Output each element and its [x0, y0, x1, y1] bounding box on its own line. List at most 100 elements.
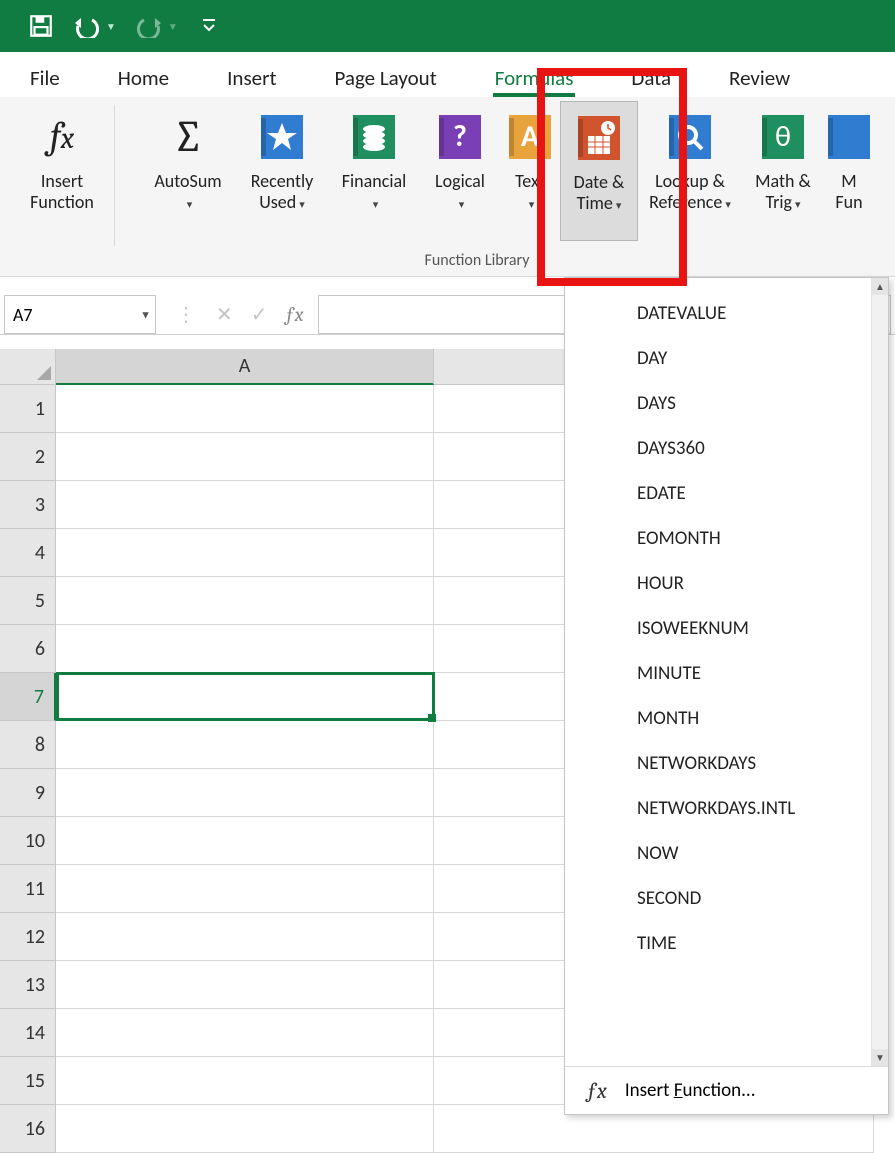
fx-icon: fx [38, 113, 86, 161]
dropdown-item[interactable]: MINUTE [565, 651, 870, 696]
dropdown-item[interactable]: DAYS360 [565, 426, 870, 471]
cell[interactable] [56, 433, 434, 481]
row-header[interactable]: 15 [0, 1057, 56, 1105]
ribbon: fx Insert Function ∑ AutoSum ▾ Recently … [0, 97, 895, 277]
save-button[interactable] [28, 13, 54, 39]
dropdown-item[interactable]: DATE [565, 278, 870, 291]
insert-function-button[interactable]: fx Insert Function [22, 101, 102, 241]
scroll-down-arrow[interactable]: ▼ [872, 1049, 888, 1066]
row-header[interactable]: 16 [0, 1105, 56, 1153]
text-book-icon: A [506, 113, 554, 161]
dropdown-item[interactable]: EOMONTH [565, 516, 870, 561]
dropdown-item[interactable]: NETWORKDAYS [565, 741, 870, 786]
row-header[interactable]: 13 [0, 961, 56, 1009]
tab-file[interactable]: File [26, 59, 64, 97]
sigma-icon: ∑ [164, 113, 212, 161]
row-header[interactable]: 7 [0, 673, 56, 721]
name-box[interactable]: A7 ▼ [4, 295, 156, 334]
enter-button[interactable]: ✓ [251, 302, 268, 327]
dropdown-list: DATEDATEVALUEDAYDAYSDAYS360EDATEEOMONTHH… [565, 278, 870, 1066]
financial-button[interactable]: Financial ▾ [328, 101, 420, 241]
chevron-down-icon: ▾ [795, 198, 801, 211]
column-header[interactable]: A [56, 349, 434, 385]
cell[interactable] [56, 913, 434, 961]
chevron-down-icon: ▾ [373, 198, 379, 211]
recently-used-button[interactable]: Recently Used▾ [236, 101, 328, 241]
math-trig-button[interactable]: θ Math & Trig▾ [742, 101, 824, 241]
tab-page-layout[interactable]: Page Layout [330, 59, 440, 97]
group-label-function-library: Function Library [59, 251, 895, 270]
row-header[interactable]: 3 [0, 481, 56, 529]
cell[interactable] [56, 817, 434, 865]
cell[interactable] [56, 1057, 434, 1105]
row-header[interactable]: 1 [0, 385, 56, 433]
chevron-down-icon: ▾ [187, 198, 193, 211]
lookup-reference-button[interactable]: Lookup & Reference▾ [638, 101, 742, 241]
dropdown-item[interactable]: TIME [565, 921, 870, 966]
dropdown-item[interactable]: DAYS [565, 381, 870, 426]
tab-formulas[interactable]: Formulas [491, 59, 578, 97]
row-header[interactable]: 5 [0, 577, 56, 625]
tab-insert[interactable]: Insert [223, 59, 280, 97]
fx-icon[interactable]: ƒx [286, 303, 304, 326]
chevron-down-icon: ▼ [106, 20, 116, 33]
dropdown-item[interactable]: SECOND [565, 876, 870, 921]
row-header[interactable]: 14 [0, 1009, 56, 1057]
autosum-button[interactable]: ∑ AutoSum ▾ [140, 101, 236, 241]
row-header[interactable]: 2 [0, 433, 56, 481]
cell[interactable] [56, 673, 434, 721]
calendar-clock-icon [575, 114, 623, 162]
row-header[interactable]: 4 [0, 529, 56, 577]
cell[interactable] [56, 1009, 434, 1057]
cell[interactable] [56, 721, 434, 769]
chevron-down-icon: ▾ [459, 198, 465, 211]
undo-icon [72, 14, 102, 38]
dropdown-item[interactable]: EDATE [565, 471, 870, 516]
undo-button[interactable]: ▼ [72, 14, 116, 38]
dropdown-item[interactable]: DATEVALUE [565, 291, 870, 336]
dropdown-scrollbar[interactable]: ▲ ▼ [871, 278, 888, 1066]
dropdown-item[interactable]: NOW [565, 831, 870, 876]
cell[interactable] [56, 529, 434, 577]
cell[interactable] [56, 481, 434, 529]
cell[interactable] [56, 769, 434, 817]
dropdown-item[interactable]: NETWORKDAYS.INTL [565, 786, 870, 831]
chevron-down-icon: ▾ [299, 198, 305, 211]
date-time-button[interactable]: Date & Time▾ [560, 101, 638, 241]
grip-icon: ⋮ [176, 302, 198, 327]
star-book-icon [258, 113, 306, 161]
cell[interactable] [56, 385, 434, 433]
tab-data[interactable]: Data [627, 59, 675, 97]
theta-book-icon: θ [759, 113, 807, 161]
fx-icon: ƒx [587, 1078, 607, 1104]
scroll-up-arrow[interactable]: ▲ [872, 278, 888, 295]
cell[interactable] [56, 625, 434, 673]
customize-qat-button[interactable] [202, 17, 216, 35]
dropdown-item[interactable]: DAY [565, 336, 870, 381]
row-header[interactable]: 9 [0, 769, 56, 817]
row-header[interactable]: 10 [0, 817, 56, 865]
cancel-button[interactable]: ✕ [216, 302, 233, 327]
more-book-icon [825, 113, 873, 161]
more-functions-button[interactable]: M Fun [824, 101, 874, 241]
cell[interactable] [56, 865, 434, 913]
tab-home[interactable]: Home [114, 59, 173, 97]
logical-button[interactable]: ? Logical ▾ [420, 101, 500, 241]
row-header[interactable]: 11 [0, 865, 56, 913]
tab-review[interactable]: Review [725, 59, 794, 97]
redo-button[interactable]: ▼ [134, 14, 178, 38]
row-header[interactable]: 8 [0, 721, 56, 769]
text-button[interactable]: A Text ▾ [500, 101, 560, 241]
cell[interactable] [56, 577, 434, 625]
dropdown-item[interactable]: HOUR [565, 561, 870, 606]
cell[interactable] [56, 961, 434, 1009]
row-header[interactable]: 6 [0, 625, 56, 673]
chevron-down-icon[interactable]: ▼ [140, 308, 151, 321]
row-header[interactable]: 12 [0, 913, 56, 961]
cell[interactable] [56, 1105, 434, 1153]
select-all-button[interactable] [0, 349, 56, 385]
chevron-down-icon: ▾ [529, 198, 535, 211]
dropdown-item[interactable]: ISOWEEKNUM [565, 606, 870, 651]
insert-function-menu-item[interactable]: ƒx Insert Function... [565, 1066, 888, 1114]
dropdown-item[interactable]: MONTH [565, 696, 870, 741]
